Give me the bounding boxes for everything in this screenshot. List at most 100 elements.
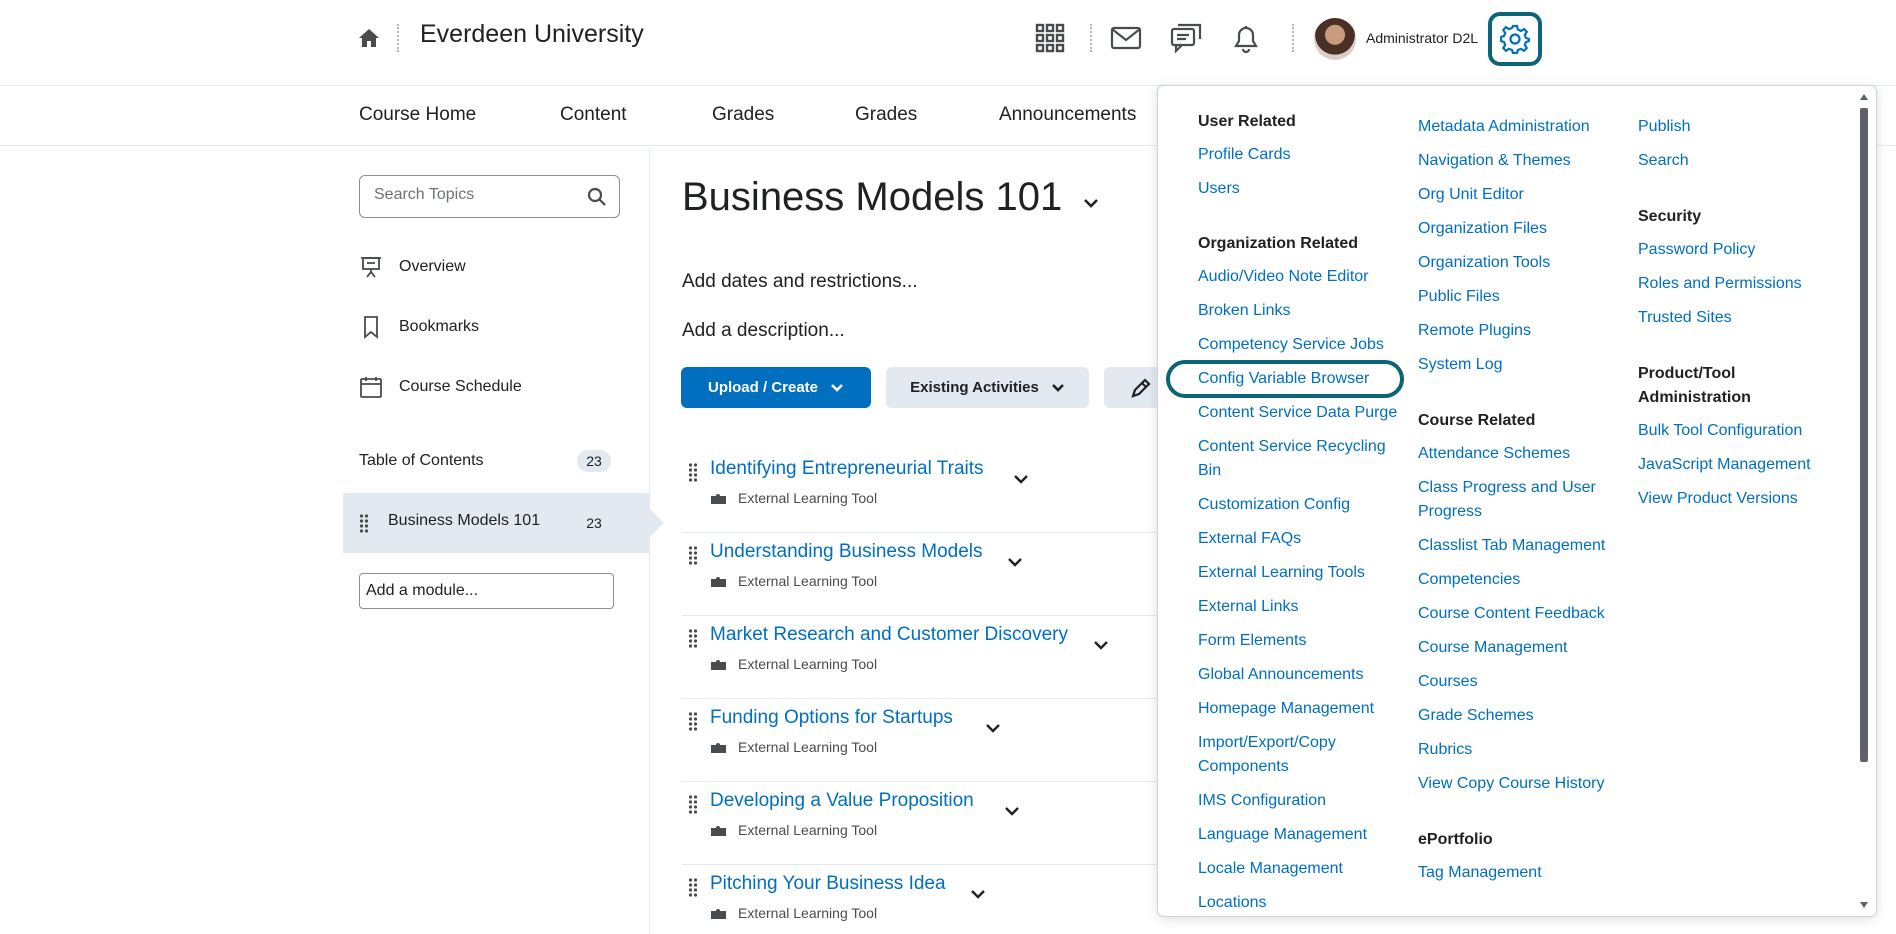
module-item-selected[interactable]: Business Models 101 23 — [343, 493, 664, 553]
link-attendance-schemes[interactable]: Attendance Schemes — [1418, 442, 1570, 466]
link-view-copy-course-history[interactable]: View Copy Course History — [1418, 772, 1604, 796]
add-module-input[interactable]: Add a module... — [359, 573, 614, 609]
scroll-up-arrow-icon[interactable] — [1860, 94, 1868, 100]
sidebar-item-overview[interactable]: Overview — [359, 252, 466, 282]
link-search[interactable]: Search — [1638, 149, 1689, 173]
table-of-contents-label[interactable]: Table of Contents — [359, 452, 484, 470]
user-name[interactable]: Administrator D2L — [1366, 30, 1478, 46]
link-class-progress-and-user-progress[interactable]: Class Progress and User — [1418, 476, 1596, 500]
link-external-links[interactable]: External Links — [1198, 595, 1299, 619]
search-input[interactable] — [374, 186, 574, 204]
drag-handle-icon[interactable] — [688, 628, 698, 648]
link-external-faqs[interactable]: External FAQs — [1198, 527, 1301, 551]
link-audio-video-note-editor[interactable]: Audio/Video Note Editor — [1198, 265, 1368, 289]
drag-handle-icon[interactable] — [359, 513, 369, 533]
link-locations[interactable]: Locations — [1198, 891, 1267, 915]
topic-title[interactable]: Funding Options for Startups — [710, 707, 953, 729]
link-import-export-copy-components[interactable]: Import/Export/Copy — [1198, 731, 1336, 755]
link-bulk-tool-configuration[interactable]: Bulk Tool Configuration — [1638, 419, 1802, 443]
search-icon[interactable] — [587, 187, 607, 207]
topic-item[interactable]: Pitching Your Business Idea External Lea… — [682, 865, 1162, 934]
link-system-log[interactable]: System Log — [1418, 353, 1502, 377]
nav-course-home[interactable]: Course Home — [359, 104, 476, 126]
topic-item[interactable]: Developing a Value Proposition External … — [682, 782, 1162, 865]
link-competencies[interactable]: Competencies — [1418, 568, 1520, 592]
drag-handle-icon[interactable] — [688, 711, 698, 731]
existing-activities-button[interactable]: Existing Activities — [886, 367, 1089, 408]
link-profile-cards[interactable]: Profile Cards — [1198, 143, 1290, 167]
topic-title[interactable]: Understanding Business Models — [710, 541, 983, 563]
link-org-unit-editor[interactable]: Org Unit Editor — [1418, 183, 1524, 207]
link-content-service-recycling-bin-cont[interactable]: Bin — [1198, 459, 1221, 483]
link-course-content-feedback[interactable]: Course Content Feedback — [1418, 602, 1605, 626]
link-users[interactable]: Users — [1198, 177, 1240, 201]
link-publish[interactable]: Publish — [1638, 115, 1690, 139]
link-courses[interactable]: Courses — [1418, 670, 1478, 694]
chevron-down-icon[interactable] — [1092, 636, 1110, 654]
chat-icon[interactable] — [1168, 20, 1204, 56]
link-config-variable-browser[interactable]: Config Variable Browser — [1198, 367, 1369, 391]
link-organization-files[interactable]: Organization Files — [1418, 217, 1547, 241]
topic-item[interactable]: Market Research and Customer Discovery E… — [682, 616, 1162, 699]
nav-content[interactable]: Content — [560, 104, 627, 126]
chevron-down-icon[interactable] — [1003, 802, 1021, 820]
chevron-down-icon[interactable] — [1012, 470, 1030, 488]
link-javascript-management[interactable]: JavaScript Management — [1638, 453, 1811, 477]
bell-icon[interactable] — [1228, 20, 1264, 56]
link-form-elements[interactable]: Form Elements — [1198, 629, 1306, 653]
link-grade-schemes[interactable]: Grade Schemes — [1418, 704, 1534, 728]
link-content-service-recycling-bin[interactable]: Content Service Recycling — [1198, 435, 1386, 459]
drag-handle-icon[interactable] — [688, 545, 698, 565]
home-icon[interactable] — [357, 26, 381, 50]
org-name[interactable]: Everdeen University — [420, 20, 644, 49]
topic-title[interactable]: Pitching Your Business Idea — [710, 873, 946, 895]
chevron-down-icon[interactable] — [984, 719, 1002, 737]
link-course-management[interactable]: Course Management — [1418, 636, 1567, 660]
add-description-link[interactable]: Add a description... — [682, 320, 845, 342]
nav-grades-2[interactable]: Grades — [855, 104, 917, 126]
link-password-policy[interactable]: Password Policy — [1638, 238, 1755, 262]
link-public-files[interactable]: Public Files — [1418, 285, 1500, 309]
link-navigation-themes[interactable]: Navigation & Themes — [1418, 149, 1571, 173]
nav-announcements[interactable]: Announcements — [999, 104, 1136, 126]
link-ims-configuration[interactable]: IMS Configuration — [1198, 789, 1326, 813]
mail-icon[interactable] — [1108, 20, 1144, 56]
link-import-export-copy-components-cont[interactable]: Components — [1198, 755, 1289, 779]
sidebar-item-bookmarks[interactable]: Bookmarks — [359, 312, 479, 342]
admin-tools-button[interactable] — [1488, 12, 1542, 66]
link-tag-management[interactable]: Tag Management — [1418, 861, 1542, 885]
link-remote-plugins[interactable]: Remote Plugins — [1418, 319, 1531, 343]
link-organization-tools[interactable]: Organization Tools — [1418, 251, 1550, 275]
drag-handle-icon[interactable] — [688, 462, 698, 482]
search-topics[interactable] — [359, 175, 620, 218]
topic-item[interactable]: Identifying Entrepreneurial Traits Exter… — [682, 450, 1162, 533]
link-trusted-sites[interactable]: Trusted Sites — [1638, 306, 1732, 330]
drag-handle-icon[interactable] — [688, 877, 698, 897]
chevron-down-icon[interactable] — [1006, 553, 1024, 571]
topic-title[interactable]: Market Research and Customer Discovery — [710, 624, 1068, 646]
chevron-down-icon[interactable] — [1081, 193, 1101, 213]
grid-icon[interactable] — [1032, 20, 1068, 56]
sidebar-item-course-schedule[interactable]: Course Schedule — [359, 372, 522, 402]
link-classlist-tab-management[interactable]: Classlist Tab Management — [1418, 534, 1605, 558]
link-external-learning-tools[interactable]: External Learning Tools — [1198, 561, 1365, 585]
scroll-down-arrow-icon[interactable] — [1860, 902, 1868, 908]
link-rubrics[interactable]: Rubrics — [1418, 738, 1472, 762]
add-dates-link[interactable]: Add dates and restrictions... — [682, 271, 918, 293]
topic-item[interactable]: Funding Options for Startups External Le… — [682, 699, 1162, 782]
chevron-down-icon[interactable] — [969, 885, 987, 903]
link-metadata-administration[interactable]: Metadata Administration — [1418, 115, 1590, 139]
drag-handle-icon[interactable] — [688, 794, 698, 814]
link-content-service-data-purge[interactable]: Content Service Data Purge — [1198, 401, 1397, 425]
nav-grades[interactable]: Grades — [712, 104, 774, 126]
topic-title[interactable]: Identifying Entrepreneurial Traits — [710, 458, 984, 480]
topic-title[interactable]: Developing a Value Proposition — [710, 790, 974, 812]
bulk-edit-button[interactable] — [1104, 367, 1164, 408]
link-view-product-versions[interactable]: View Product Versions — [1638, 487, 1798, 511]
link-competency-service-jobs[interactable]: Competency Service Jobs — [1198, 333, 1384, 357]
avatar[interactable] — [1314, 18, 1356, 60]
upload-create-button[interactable]: Upload / Create — [681, 367, 871, 408]
scrollbar-thumb[interactable] — [1860, 108, 1868, 762]
link-language-management[interactable]: Language Management — [1198, 823, 1367, 847]
link-homepage-management[interactable]: Homepage Management — [1198, 697, 1374, 721]
